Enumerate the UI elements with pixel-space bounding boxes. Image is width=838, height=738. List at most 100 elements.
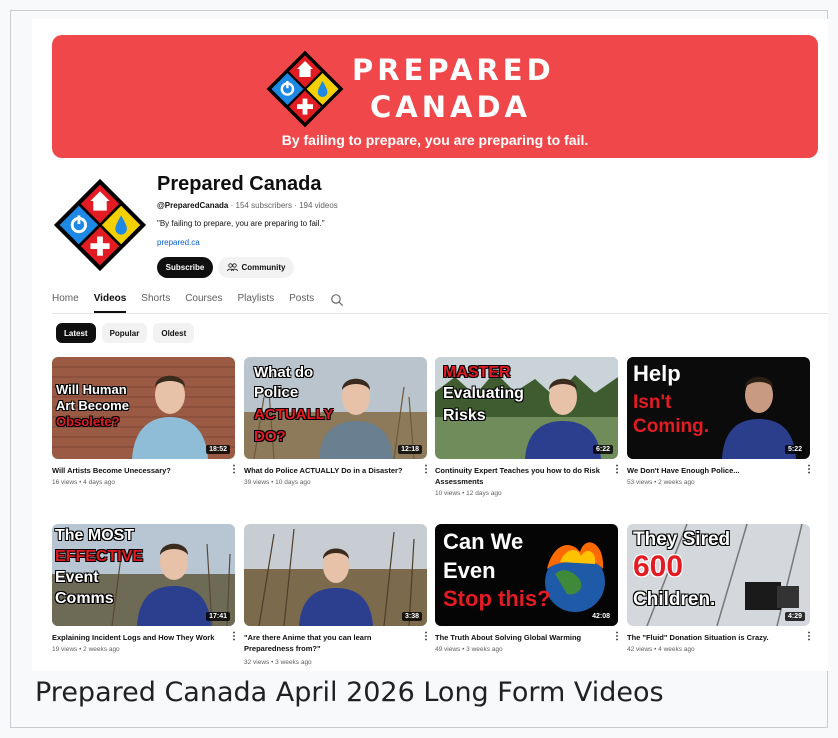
video-meta: 49 views • 3 weeks ago — [435, 646, 503, 653]
video-title[interactable]: The "Fluid" Donation Situation is Crazy. — [627, 632, 795, 643]
video-title[interactable]: The Truth About Solving Global Warming — [435, 632, 603, 643]
video-duration: 17:41 — [206, 612, 230, 621]
more-options-icon[interactable]: ⋮ — [229, 632, 239, 644]
video-duration: 12:18 — [398, 445, 422, 454]
video-title[interactable]: We Don't Have Enough Police... — [627, 465, 795, 476]
channel-description[interactable]: "By failing to prepare, you are preparin… — [157, 219, 325, 228]
video-card[interactable]: 3:38 "Are there Anime that you can learn… — [244, 524, 431, 666]
tab-courses[interactable]: Courses — [185, 289, 222, 313]
video-card[interactable]: They Sired 600 Children. 4:29 The "Fluid… — [627, 524, 814, 653]
more-options-icon[interactable]: ⋮ — [804, 632, 814, 644]
video-thumbnail[interactable]: Can We Even Stop this? 42:08 — [435, 524, 618, 626]
thumbnail-text-2: Evaluating — [443, 385, 524, 402]
channel-handle: @PreparedCanada — [157, 201, 229, 210]
video-duration: 6:22 — [592, 445, 613, 454]
video-thumbnail[interactable]: Help Isn't Coming. 5:22 — [627, 357, 810, 459]
thumbnail-image — [244, 524, 427, 626]
video-duration: 42:08 — [589, 612, 613, 621]
community-button[interactable]: Community — [218, 257, 294, 278]
more-options-icon[interactable]: ⋮ — [612, 632, 622, 644]
thumbnail-text-2: Police — [254, 384, 299, 401]
video-meta: 53 views • 2 weeks ago — [627, 479, 695, 486]
thumbnail-text-3: Children. — [633, 589, 716, 610]
screenshot-frame: PREPARED CANADA By failing to prepare, y… — [10, 10, 828, 728]
more-options-icon[interactable]: ⋮ — [421, 632, 431, 644]
channel-page: PREPARED CANADA By failing to prepare, y… — [32, 19, 828, 671]
video-title[interactable]: What do Police ACTUALLY Do in a Disaster… — [244, 465, 412, 476]
chip-popular[interactable]: Popular — [101, 323, 148, 343]
video-card[interactable]: Help Isn't Coming. 5:22 We Don't Have En… — [627, 357, 814, 486]
community-icon — [226, 263, 238, 272]
banner-title-line1: PREPARED — [352, 53, 555, 87]
video-card[interactable]: The MOST EFFECTIVE Event Comms 17:41 Exp… — [52, 524, 239, 653]
video-title[interactable]: Explaining Incident Logs and How They Wo… — [52, 632, 220, 643]
video-meta: 39 views • 10 days ago — [244, 479, 311, 486]
video-card[interactable]: Will Human Art Become Obsolete? 18:52 Wi… — [52, 357, 239, 486]
video-meta: 10 views • 12 days ago — [435, 490, 502, 497]
video-duration: 5:22 — [784, 445, 805, 454]
prepared-logo-icon — [266, 50, 344, 128]
channel-meta: @PreparedCanada · 154 subscribers · 194 … — [157, 201, 338, 210]
thumbnail-text-1: The MOST — [55, 527, 135, 544]
video-card[interactable]: What do Police ACTUALLY DO? 12:18 What d… — [244, 357, 431, 486]
channel-avatar[interactable] — [52, 177, 148, 273]
subscribe-button[interactable]: Subscribe — [157, 257, 213, 278]
chip-oldest[interactable]: Oldest — [153, 323, 195, 343]
video-duration: 3:38 — [401, 612, 422, 621]
thumbnail-text-2: EFFECTIVE — [55, 548, 144, 565]
channel-link[interactable]: prepared.ca — [157, 238, 200, 247]
video-thumbnail[interactable]: MASTER Evaluating Risks 6:22 — [435, 357, 618, 459]
more-options-icon[interactable]: ⋮ — [229, 465, 239, 477]
video-title[interactable]: Continuity Expert Teaches you how to do … — [435, 465, 603, 487]
video-meta: 19 views • 2 weeks ago — [52, 646, 120, 653]
channel-name: Prepared Canada — [157, 173, 322, 195]
channel-stats: · 154 subscribers · 194 videos — [228, 201, 338, 210]
thumbnail-text-2: 600 — [633, 550, 684, 583]
video-meta: 16 views • 4 days ago — [52, 479, 115, 486]
thumbnail-text-3: Stop this? — [443, 586, 551, 611]
more-options-icon[interactable]: ⋮ — [421, 465, 431, 477]
thumbnail-text-3: ACTUALLY — [254, 406, 334, 423]
video-meta: 32 views • 3 weeks ago — [244, 659, 312, 666]
tab-posts[interactable]: Posts — [289, 289, 314, 313]
video-thumbnail[interactable]: They Sired 600 Children. 4:29 — [627, 524, 810, 626]
tab-videos[interactable]: Videos — [93, 289, 127, 313]
video-meta: 42 views • 4 weeks ago — [627, 646, 695, 653]
search-icon[interactable] — [330, 293, 344, 307]
thumbnail-text-1: They Sired — [633, 529, 731, 550]
thumbnail-text-2: Art Become — [56, 398, 129, 413]
video-title[interactable]: Will Artists Become Unecessary? — [52, 465, 220, 476]
video-thumbnail[interactable]: What do Police ACTUALLY DO? 12:18 — [244, 357, 427, 459]
tab-home[interactable]: Home — [52, 289, 79, 313]
channel-tabs: Home Videos Shorts Courses Playlists Pos… — [52, 289, 329, 313]
tab-shorts[interactable]: Shorts — [141, 289, 170, 313]
thumbnail-text-3: Coming. — [633, 416, 709, 437]
community-label: Community — [241, 263, 286, 272]
thumbnail-text-4: Comms — [55, 590, 114, 607]
video-card[interactable]: MASTER Evaluating Risks 6:22 Continuity … — [435, 357, 622, 497]
tabs-divider — [52, 313, 828, 314]
thumbnail-text-3: Event — [55, 569, 99, 586]
more-options-icon[interactable]: ⋮ — [612, 465, 622, 477]
video-card[interactable]: Can We Even Stop this? 42:08 The Truth A… — [435, 524, 622, 653]
tab-playlists[interactable]: Playlists — [237, 289, 274, 313]
banner-title-line2: CANADA — [370, 90, 531, 124]
thumbnail-text-3: Risks — [443, 407, 486, 424]
video-thumbnail[interactable]: Will Human Art Become Obsolete? 18:52 — [52, 357, 235, 459]
channel-banner: PREPARED CANADA By failing to prepare, y… — [52, 35, 818, 158]
video-thumbnail[interactable]: The MOST EFFECTIVE Event Comms 17:41 — [52, 524, 235, 626]
image-caption: Prepared Canada April 2026 Long Form Vid… — [35, 677, 664, 708]
video-thumbnail[interactable]: 3:38 — [244, 524, 427, 626]
sort-chips: Latest Popular Oldest — [56, 323, 195, 343]
banner-slogan: By failing to prepare, you are preparing… — [281, 132, 589, 148]
more-options-icon[interactable]: ⋮ — [804, 465, 814, 477]
thumbnail-text-4: DO? — [254, 428, 286, 445]
video-duration: 4:29 — [784, 612, 805, 621]
thumbnail-text-1: Help — [633, 361, 681, 386]
video-title[interactable]: "Are there Anime that you can learn Prep… — [244, 632, 412, 654]
thumbnail-text-1: MASTER — [443, 364, 511, 381]
thumbnail-text-3: Obsolete? — [56, 414, 120, 429]
chip-latest[interactable]: Latest — [56, 323, 96, 343]
video-duration: 18:52 — [206, 445, 230, 454]
thumbnail-text-2: Even — [443, 558, 496, 583]
